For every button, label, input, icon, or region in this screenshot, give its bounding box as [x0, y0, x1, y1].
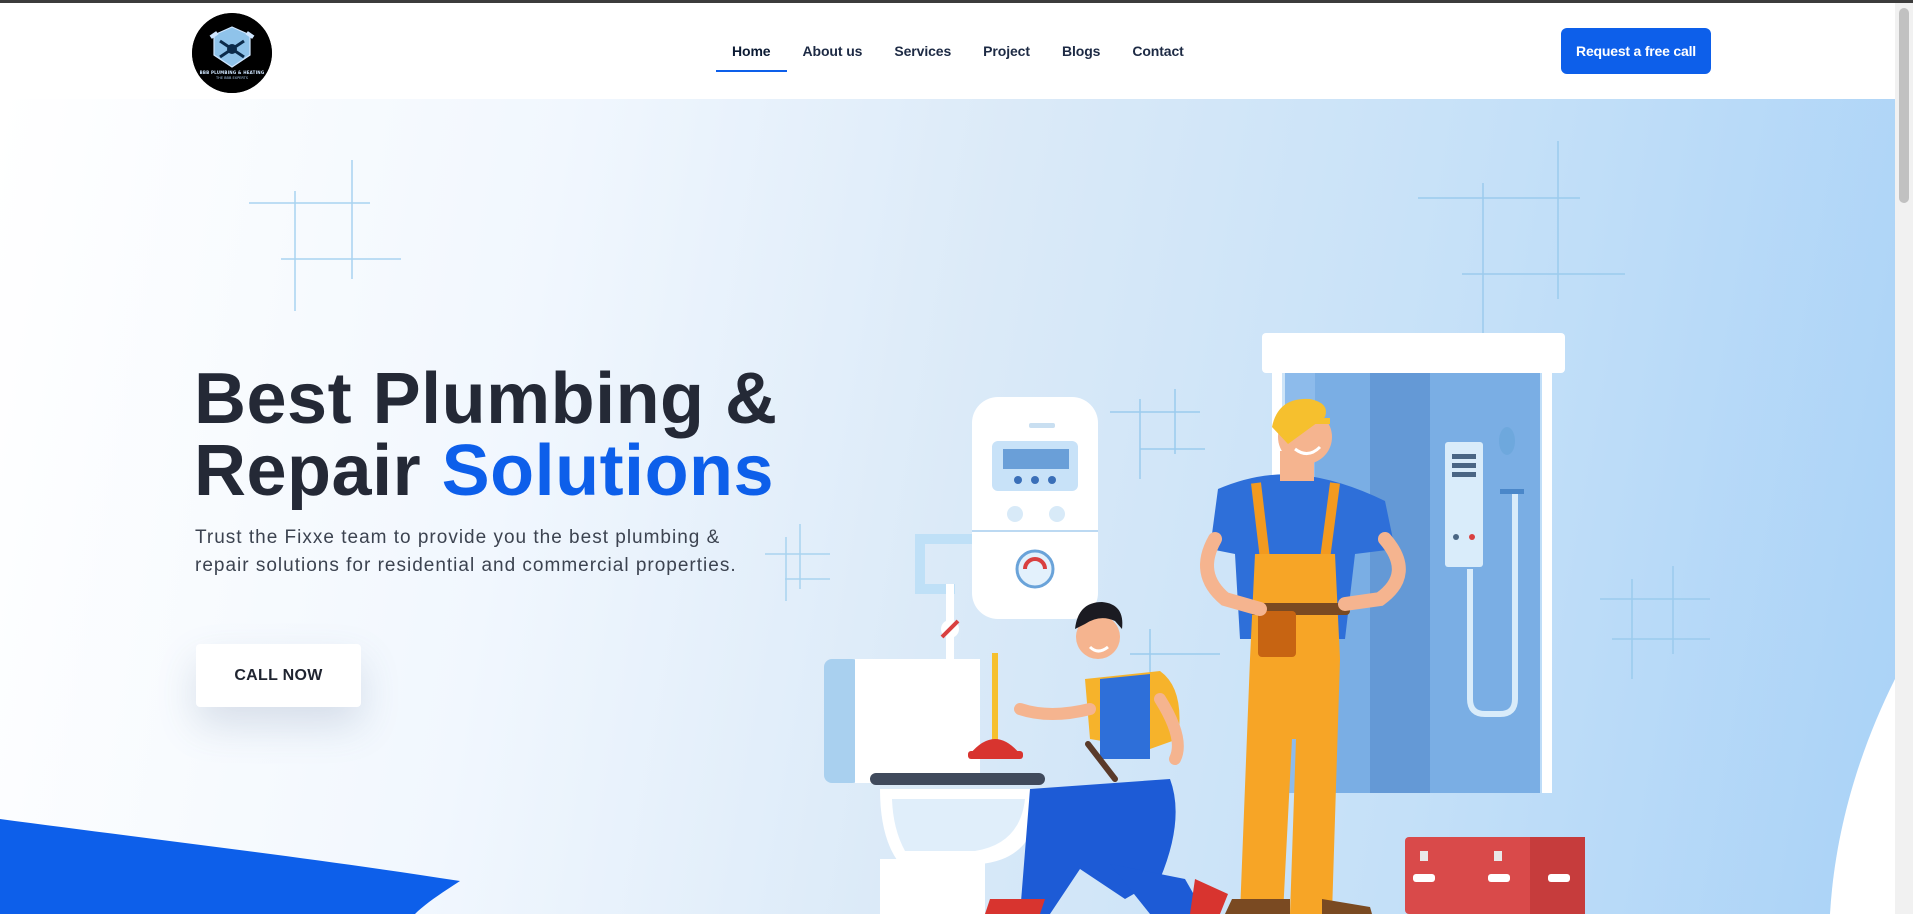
- toolbox: [1405, 837, 1585, 914]
- logo[interactable]: BBB PLUMBING & HEATING THE BBB EXPERTS: [192, 13, 272, 93]
- site-header: BBB PLUMBING & HEATING THE BBB EXPERTS H…: [0, 3, 1895, 99]
- hero-section: Best Plumbing & Repair Solutions Trust th…: [0, 99, 1895, 914]
- nav-item-home[interactable]: Home: [716, 3, 787, 99]
- nav-item-blogs[interactable]: Blogs: [1046, 3, 1116, 99]
- call-now-button[interactable]: CALL NOW: [196, 644, 361, 707]
- hero-title-line1: Best Plumbing &: [194, 359, 778, 439]
- toilet: [824, 659, 1045, 914]
- nav-item-contact[interactable]: Contact: [1116, 3, 1199, 99]
- logo-text: BBB PLUMBING & HEATING: [199, 70, 265, 75]
- hero-bottom-swoosh: [0, 819, 460, 914]
- logo-subtext: THE BBB EXPERTS: [216, 76, 248, 80]
- main-nav: Home About us Services Project Blogs Con…: [716, 3, 1200, 99]
- hero-title: Best Plumbing & Repair Solutions: [194, 363, 894, 507]
- nav-item-about-us[interactable]: About us: [787, 3, 879, 99]
- request-free-call-button[interactable]: Request a free call: [1561, 28, 1711, 74]
- nav-item-services[interactable]: Services: [878, 3, 967, 99]
- water-heater: [915, 397, 1098, 659]
- hero-title-line2: Repair: [194, 431, 442, 511]
- hero-title-accent: Solutions: [441, 431, 775, 511]
- scrollbar-thumb[interactable]: [1899, 8, 1909, 203]
- hero-subtitle: Trust the Fixxe team to provide you the …: [195, 527, 737, 576]
- hero-right-curve: [1830, 679, 1895, 914]
- kneeling-plumber: [968, 602, 1228, 914]
- plumbing-crest-icon: [192, 13, 272, 93]
- page-scrollbar[interactable]: [1895, 3, 1913, 914]
- nav-item-project[interactable]: Project: [967, 3, 1046, 99]
